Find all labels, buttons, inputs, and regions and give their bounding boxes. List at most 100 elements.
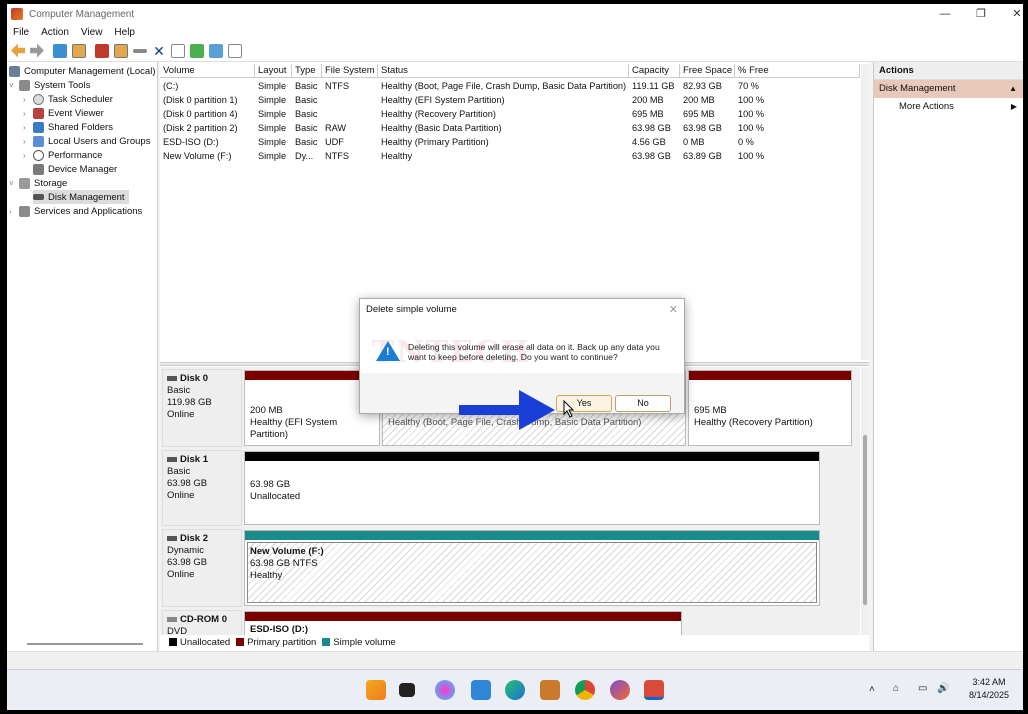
disk0-label[interactable]: Disk 0 Basic 119.98 GB Online <box>162 369 242 447</box>
chevron-right-icon[interactable]: › <box>23 95 33 104</box>
collapse-arrow-icon[interactable]: ▲ <box>1009 80 1017 98</box>
tree-services[interactable]: › Services and Applications <box>9 204 142 218</box>
dialog-title: Delete simple volume <box>366 304 457 315</box>
chevron-down-icon[interactable]: ˅ <box>9 179 19 188</box>
delete-icon[interactable]: ✕ <box>152 44 166 58</box>
start-icon[interactable] <box>366 680 386 700</box>
disk-map-scrollbar[interactable] <box>861 367 869 635</box>
maximize-button[interactable]: ❐ <box>963 4 999 24</box>
tree-task-scheduler[interactable]: › Task Scheduler <box>23 92 113 106</box>
col-file-system[interactable]: File System <box>322 64 378 77</box>
cdrom0-label[interactable]: CD-ROM 0 DVD <box>162 610 242 635</box>
chevron-right-icon[interactable]: › <box>9 207 19 216</box>
warning-icon: ! <box>376 341 400 361</box>
shared-folder-icon <box>33 121 44 133</box>
window-title: Computer Management <box>29 8 135 20</box>
tree-disk-management[interactable]: Disk Management <box>33 190 129 204</box>
chevron-right-icon[interactable]: › <box>23 123 33 132</box>
display-icon[interactable]: ▭ <box>918 683 927 694</box>
file-explorer-icon[interactable] <box>471 680 491 700</box>
table-row[interactable]: New Volume (F:) Simple Dy... NTFS Health… <box>160 150 795 163</box>
col-layout[interactable]: Layout <box>255 64 292 77</box>
table-row[interactable]: (Disk 0 partition 4) Simple Basic Health… <box>160 108 795 121</box>
store-icon[interactable] <box>540 680 560 700</box>
tree-root[interactable]: Computer Management (Local) <box>9 64 155 78</box>
volume-list-scrollbar[interactable] <box>861 64 869 360</box>
forward-icon[interactable] <box>30 43 44 58</box>
tree-local-users[interactable]: › Local Users and Groups <box>23 134 150 148</box>
disk2-new-volume[interactable]: New Volume (F:) 63.98 GB NTFS Healthy <box>244 530 820 606</box>
close-button[interactable]: ✕ <box>999 4 1023 24</box>
tree-performance[interactable]: › Performance <box>23 148 102 162</box>
time: 3:42 AM <box>972 677 1006 687</box>
properties-icon[interactable] <box>114 43 128 58</box>
col-status[interactable]: Status <box>378 64 629 77</box>
chevron-down-icon[interactable]: ˅ <box>9 81 19 90</box>
legend-swatch-unallocated <box>169 638 177 646</box>
task-view-icon[interactable] <box>399 683 415 697</box>
legend-swatch-primary <box>236 638 245 646</box>
network-icon[interactable]: ⌂ <box>893 683 899 694</box>
legend: Unallocated Primary partition Simple vol… <box>160 635 860 649</box>
back-icon[interactable] <box>11 43 25 58</box>
up-folder-icon[interactable] <box>53 43 67 58</box>
disk2-label[interactable]: Disk 2 Dynamic 63.98 GB Online <box>162 529 242 607</box>
connect-icon[interactable] <box>133 48 147 53</box>
tree-shared-folders[interactable]: › Shared Folders <box>23 120 113 134</box>
show-hidden-icons-icon[interactable]: ˄ <box>869 684 875 695</box>
view-icon[interactable] <box>228 43 242 58</box>
chevron-right-icon[interactable]: › <box>23 109 33 118</box>
cdrom0-esd-iso[interactable]: ESD-ISO (D:) <box>244 611 682 635</box>
col-volume[interactable]: Volume <box>160 64 255 77</box>
new-icon[interactable] <box>190 43 204 58</box>
col-percent-free[interactable]: % Free <box>735 64 860 77</box>
disk-icon <box>167 456 177 462</box>
clock[interactable]: 3:42 AM 8/14/2025 <box>969 676 1009 702</box>
users-icon <box>33 135 44 147</box>
table-row[interactable]: (Disk 2 partition 2) Simple Basic RAW He… <box>160 122 795 135</box>
menu-action[interactable]: Action <box>41 27 69 38</box>
menu-view[interactable]: View <box>81 27 103 38</box>
menu-bar: File Action View Help <box>7 24 1023 40</box>
table-row[interactable]: (C:) Simple Basic NTFS Healthy (Boot, Pa… <box>160 80 795 93</box>
disk1-label[interactable]: Disk 1 Basic 63.98 GB Online <box>162 450 242 526</box>
tree-event-viewer[interactable]: › Event Viewer <box>23 106 104 120</box>
table-row[interactable]: (Disk 0 partition 1) Simple Basic Health… <box>160 94 795 107</box>
actions-section-disk-management[interactable]: Disk Management ▲ <box>874 80 1023 98</box>
disk0-recovery-partition[interactable]: 695 MB Healthy (Recovery Partition) <box>688 370 852 446</box>
firefox-icon[interactable] <box>610 680 630 700</box>
chevron-right-icon: ▶ <box>1010 102 1017 111</box>
col-type[interactable]: Type <box>292 64 322 77</box>
scrollbar-thumb[interactable] <box>863 435 867 605</box>
col-capacity[interactable]: Capacity <box>629 64 680 77</box>
menu-file[interactable]: File <box>13 27 29 38</box>
tree-horizontal-scrollbar[interactable] <box>27 643 143 645</box>
dialog-title-bar: Delete simple volume ✕ <box>360 299 684 321</box>
help-icon[interactable] <box>95 43 109 58</box>
tree-device-manager[interactable]: Device Manager <box>33 162 117 176</box>
disk1-unallocated[interactable]: 63.98 GB Unallocated <box>244 451 820 525</box>
export-icon[interactable] <box>209 43 223 58</box>
table-row[interactable]: ESD-ISO (D:) Simple Basic UDF Healthy (P… <box>160 136 795 149</box>
computer-management-taskbar-icon[interactable] <box>644 680 664 700</box>
screen: Computer Management — ❐ ✕ File Action Vi… <box>7 4 1023 710</box>
volume-icon[interactable]: 🔊 <box>937 683 949 694</box>
menu-help[interactable]: Help <box>114 27 135 38</box>
col-free-space[interactable]: Free Space <box>680 64 735 77</box>
chevron-right-icon[interactable]: › <box>23 137 33 146</box>
no-button[interactable]: No <box>615 395 671 412</box>
show-hide-tree-icon[interactable] <box>72 43 86 58</box>
tree-storage[interactable]: ˅ Storage <box>9 176 67 190</box>
chevron-right-icon[interactable]: › <box>23 151 33 160</box>
status-bar <box>7 651 1023 669</box>
dialog-message: Deleting this volume will erase all data… <box>408 342 660 362</box>
more-actions[interactable]: More Actions ▶ <box>874 98 1023 116</box>
taskbar: ˄ ⌂ ▭ 🔊 3:42 AM 8/14/2025 <box>7 669 1023 710</box>
copilot-icon[interactable] <box>435 680 455 700</box>
chrome-icon[interactable] <box>575 680 595 700</box>
tree-system-tools[interactable]: ˅ System Tools <box>9 78 90 92</box>
minimize-button[interactable]: — <box>927 4 963 24</box>
check-icon[interactable] <box>171 43 185 58</box>
dialog-close-button[interactable]: ✕ <box>669 299 678 321</box>
edge-icon[interactable] <box>505 680 525 700</box>
